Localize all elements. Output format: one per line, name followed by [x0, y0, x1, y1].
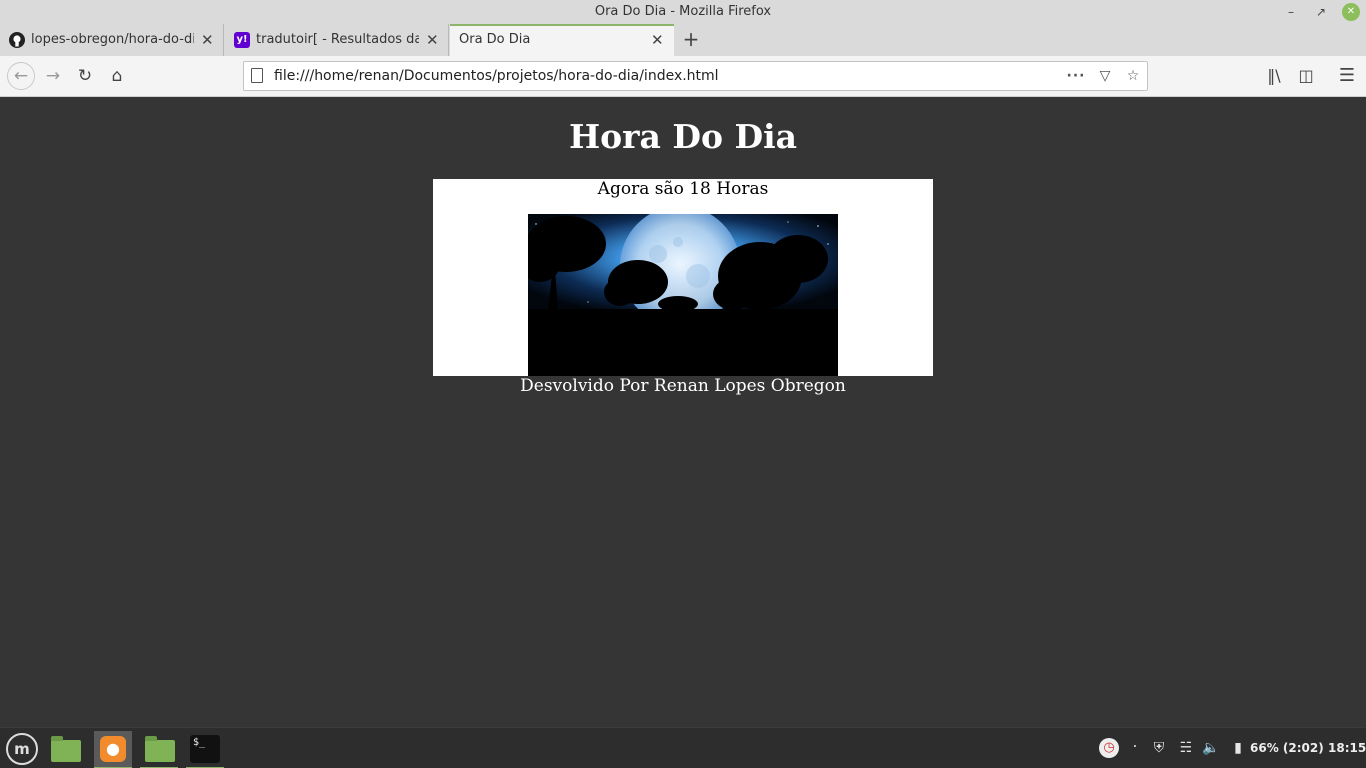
terminal-icon: $_	[190, 735, 220, 763]
moon-landscape-picture	[528, 214, 838, 376]
maximize-icon[interactable]: ↗	[1312, 3, 1330, 21]
tab-close-icon[interactable]: ✕	[426, 31, 439, 49]
forward-button[interactable]: →	[41, 64, 65, 88]
home-button[interactable]: ⌂	[105, 64, 129, 88]
tab-yahoo[interactable]: y! tradutoir[ - Resultados da b ✕	[225, 24, 449, 56]
back-button[interactable]: ←	[7, 62, 35, 90]
clock[interactable]: 18:15	[1328, 741, 1366, 755]
folder-icon	[51, 736, 81, 762]
shield-icon[interactable]: ⛨	[1150, 738, 1168, 758]
current-hour-text: Agora são 18 Horas	[597, 179, 769, 199]
page-actions-icon[interactable]: ···	[1066, 66, 1086, 86]
tab-github[interactable]: lopes-obregon/hora-do-dia ✕	[0, 24, 224, 56]
folder-icon	[145, 736, 175, 762]
tab-ora-do-dia[interactable]: Ora Do Dia ✕	[450, 24, 674, 56]
url-bar[interactable]: file:///home/renan/Documentos/projetos/h…	[243, 61, 1148, 91]
github-icon	[9, 32, 25, 48]
hamburger-menu-icon[interactable]: ☰	[1335, 64, 1359, 88]
minimize-icon[interactable]: –	[1282, 3, 1300, 21]
bluetooth-icon[interactable]: ᛫	[1126, 738, 1144, 758]
pocket-icon[interactable]: ▽	[1095, 66, 1115, 86]
bookmark-star-icon[interactable]: ☆	[1123, 66, 1143, 86]
url-text[interactable]: file:///home/renan/Documentos/projetos/h…	[274, 68, 719, 84]
mint-menu-icon[interactable]: m	[6, 733, 38, 765]
tab-bar: lopes-obregon/hora-do-dia ✕ y! tradutoir…	[0, 24, 1366, 56]
window-title: Ora Do Dia - Mozilla Firefox	[594, 4, 772, 19]
taskbar-terminal[interactable]: $_	[186, 731, 224, 768]
yahoo-icon: y!	[234, 32, 250, 48]
update-manager-icon[interactable]: ◷	[1099, 738, 1119, 758]
taskbar: m ● $_ ◷ ᛫ ⛨ ☵ 🔈 ▮ 66% (2:02) 18:15	[0, 727, 1366, 768]
taskbar-show-desktop[interactable]	[46, 731, 84, 767]
taskbar-firefox[interactable]: ●	[94, 731, 132, 768]
page-title: Hora Do Dia	[568, 117, 798, 156]
library-icon[interactable]: ‖\	[1262, 64, 1286, 88]
new-tab-icon[interactable]: +	[680, 28, 702, 50]
page-footer: Desvolvido Por Renan Lopes Obregon	[520, 376, 846, 396]
sidebar-icon[interactable]: ◫	[1294, 64, 1318, 88]
reload-button[interactable]: ↻	[73, 64, 97, 88]
battery-status[interactable]: 66% (2:02)	[1250, 741, 1324, 755]
page-icon	[251, 68, 263, 83]
battery-icon[interactable]: ▮	[1229, 738, 1247, 758]
tab-close-icon[interactable]: ✕	[201, 31, 214, 49]
navigation-toolbar: ← → ↻ ⌂ file:///home/renan/Documentos/pr…	[0, 56, 1366, 97]
firefox-icon: ●	[100, 736, 126, 762]
page-content: Hora Do Dia Agora são 18 Horas Desvolvid…	[0, 97, 1366, 727]
night-moon-image	[528, 214, 838, 376]
volume-icon[interactable]: 🔈	[1202, 738, 1220, 758]
wifi-icon[interactable]: ☵	[1177, 738, 1195, 758]
tab-label: lopes-obregon/hora-do-dia	[31, 32, 194, 47]
tab-label: Ora Do Dia	[459, 32, 531, 47]
time-card: Agora são 18 Horas	[433, 179, 933, 376]
window-titlebar: Ora Do Dia - Mozilla Firefox – ↗ ✕	[0, 0, 1366, 24]
tab-label: tradutoir[ - Resultados da b	[256, 32, 419, 47]
tab-close-icon[interactable]: ✕	[651, 31, 664, 49]
close-window-icon[interactable]: ✕	[1342, 3, 1360, 21]
taskbar-files[interactable]	[140, 731, 178, 768]
